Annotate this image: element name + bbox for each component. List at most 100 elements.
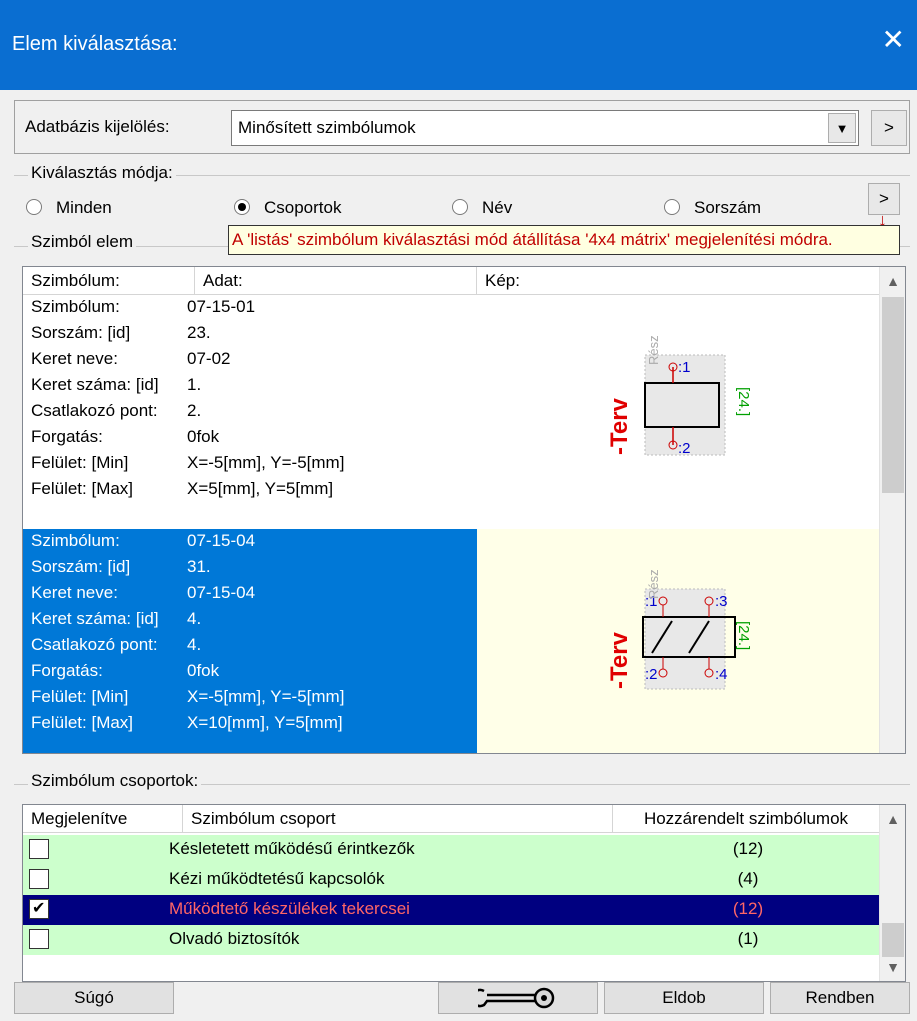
- element-list[interactable]: Szimbólum: Adat: Kép: Szimbólum: 07-15-01…: [22, 266, 906, 754]
- field-value: X=5[mm], Y=5[mm]: [187, 479, 334, 498]
- col-image[interactable]: Kép:: [477, 267, 879, 295]
- tools-button[interactable]: [438, 982, 598, 1014]
- svg-text:-Terv: -Terv: [606, 631, 633, 689]
- scroll-thumb[interactable]: [882, 923, 904, 957]
- field-value: 0fok: [187, 427, 220, 446]
- col-shown[interactable]: Megjelenítve: [23, 805, 183, 833]
- scroll-up-icon[interactable]: ▲: [880, 811, 905, 827]
- database-label: Adatbázis kijelölés:: [25, 117, 170, 136]
- close-icon[interactable]: ✕: [882, 26, 905, 54]
- group-checkbox[interactable]: [29, 869, 49, 889]
- help-button[interactable]: Súgó: [14, 982, 174, 1014]
- group-name: Olvadó biztosítók: [169, 929, 300, 948]
- mode-radio-0[interactable]: [26, 199, 42, 215]
- database-value: Minősített szimbólumok: [238, 118, 416, 137]
- element-list-scrollbar[interactable]: ▲: [879, 267, 905, 753]
- database-combo[interactable]: Minősített szimbólumok ▼: [231, 110, 859, 146]
- svg-text::4: :4: [715, 666, 728, 683]
- svg-text:[24.]: [24.]: [735, 621, 752, 650]
- record-image: :1 :2 -Terv Rész [24.]: [477, 295, 879, 521]
- mode-radio-2[interactable]: [452, 199, 468, 215]
- col-symbol[interactable]: Szimbólum:: [23, 267, 195, 295]
- ok-button[interactable]: Rendben: [770, 982, 910, 1014]
- element-record[interactable]: Szimbólum: 07-15-04 Sorszám: [id] 31. Keret …: [23, 529, 879, 753]
- field-value: 0fok: [187, 661, 220, 680]
- scroll-down-icon[interactable]: ▼: [880, 959, 905, 975]
- field-value: X=-5[mm], Y=-5[mm]: [187, 453, 345, 472]
- mode-radio-label[interactable]: Név: [482, 198, 512, 218]
- group-count: (4): [737, 869, 759, 888]
- record-data: Szimbólum: 07-15-04 Sorszám: [id] 31. Keret …: [23, 529, 477, 753]
- field-value: X=-5[mm], Y=-5[mm]: [187, 687, 345, 706]
- svg-text::2: :2: [678, 440, 691, 457]
- database-panel: Adatbázis kijelölés: Minősített szimbólu…: [14, 100, 910, 154]
- field-key: Keret száma: [id]: [31, 375, 159, 394]
- elements-title: Szimból elem: [28, 232, 137, 252]
- group-row[interactable]: Késletetett működésű érintkezők (12): [23, 835, 879, 865]
- mode-radio-3[interactable]: [664, 199, 680, 215]
- symbol-preview-icon: :1 :2 -Terv Rész [24.]: [606, 335, 752, 457]
- field-value: 07-15-04: [187, 583, 256, 602]
- wrench-icon: [470, 987, 555, 1009]
- group-row[interactable]: Olvadó biztosítók (1): [23, 925, 879, 955]
- svg-text:[24.]: [24.]: [735, 387, 752, 416]
- svg-text::2: :2: [645, 666, 658, 683]
- field-key: Felület: [Max]: [31, 713, 134, 732]
- group-name: Működtető készülékek tekercsei: [169, 899, 410, 918]
- svg-text::1: :1: [678, 359, 691, 376]
- database-next-button[interactable]: >: [871, 110, 907, 146]
- field-value: 1.: [187, 375, 202, 394]
- element-record[interactable]: Szimbólum: 07-15-01 Sorszám: [id] 23. Keret …: [23, 295, 879, 521]
- group-checkbox[interactable]: [29, 898, 49, 919]
- field-key: Felület: [Max]: [31, 479, 134, 498]
- discard-button[interactable]: Eldob: [604, 982, 764, 1014]
- group-list-header: Megjelenítve Szimbólum csoport Hozzárend…: [23, 805, 879, 833]
- mode-radio-label[interactable]: Csoportok: [264, 198, 341, 218]
- svg-text:Rész: Rész: [646, 335, 661, 365]
- group-checkbox[interactable]: [29, 929, 49, 949]
- field-value: 07-15-01: [187, 297, 256, 316]
- mode-title: Kiválasztás módja:: [28, 163, 176, 183]
- field-value: 4.: [187, 609, 202, 628]
- record-image: :1:3:2:4 -Terv Rész [24.]: [477, 529, 879, 753]
- field-value: 07-15-04: [187, 531, 256, 550]
- field-key: Szimbólum:: [31, 297, 120, 316]
- groups-title: Szimbólum csoportok:: [28, 771, 202, 791]
- group-name: Késletetett működésű érintkezők: [169, 839, 415, 858]
- svg-text::3: :3: [715, 593, 728, 610]
- group-list-scrollbar[interactable]: ▲ ▼: [879, 805, 905, 981]
- mode-radio-label[interactable]: Sorszám: [694, 198, 761, 218]
- group-row[interactable]: Kézi működtetésű kapcsolók (4): [23, 865, 879, 895]
- field-value: 2.: [187, 401, 202, 420]
- field-value: 4.: [187, 635, 202, 654]
- record-data: Szimbólum: 07-15-01 Sorszám: [id] 23. Keret …: [23, 295, 477, 521]
- window-title: Elem kiválasztása:: [12, 33, 178, 55]
- field-value: X=10[mm], Y=5[mm]: [187, 713, 343, 732]
- group-checkbox[interactable]: [29, 839, 49, 859]
- col-assigned[interactable]: Hozzárendelt szimbólumok: [613, 805, 879, 833]
- col-data[interactable]: Adat:: [195, 267, 477, 295]
- field-value: 31.: [187, 557, 211, 576]
- field-value: 23.: [187, 323, 211, 342]
- svg-text:-Terv: -Terv: [606, 397, 633, 455]
- mode-radio-label[interactable]: Minden: [56, 198, 112, 218]
- dropdown-arrow-icon[interactable]: ▼: [828, 113, 856, 143]
- col-group[interactable]: Szimbólum csoport: [183, 805, 613, 833]
- field-key: Sorszám: [id]: [31, 323, 131, 342]
- mode-radio-1[interactable]: [234, 199, 250, 215]
- field-key: Felület: [Min]: [31, 453, 129, 472]
- group-count: (1): [737, 929, 759, 948]
- group-row[interactable]: Működtető készülékek tekercsei (12): [23, 895, 879, 925]
- group-count: (12): [732, 839, 764, 858]
- scroll-up-icon[interactable]: ▲: [880, 273, 905, 289]
- tooltip: A 'listás' szimbólum kiválasztási mód át…: [228, 225, 900, 255]
- svg-text:Rész: Rész: [646, 569, 661, 599]
- field-key: Csatlakozó pont:: [31, 635, 158, 654]
- field-key: Szimbólum:: [31, 531, 120, 550]
- title-bar: Elem kiválasztása: ✕: [0, 0, 917, 90]
- field-key: Keret száma: [id]: [31, 609, 159, 628]
- symbol-preview-icon: :1:3:2:4-TervRész[24.]: [606, 569, 752, 690]
- group-list[interactable]: Megjelenítve Szimbólum csoport Hozzárend…: [22, 804, 906, 982]
- field-key: Forgatás:: [31, 427, 103, 446]
- scroll-thumb[interactable]: [882, 297, 904, 493]
